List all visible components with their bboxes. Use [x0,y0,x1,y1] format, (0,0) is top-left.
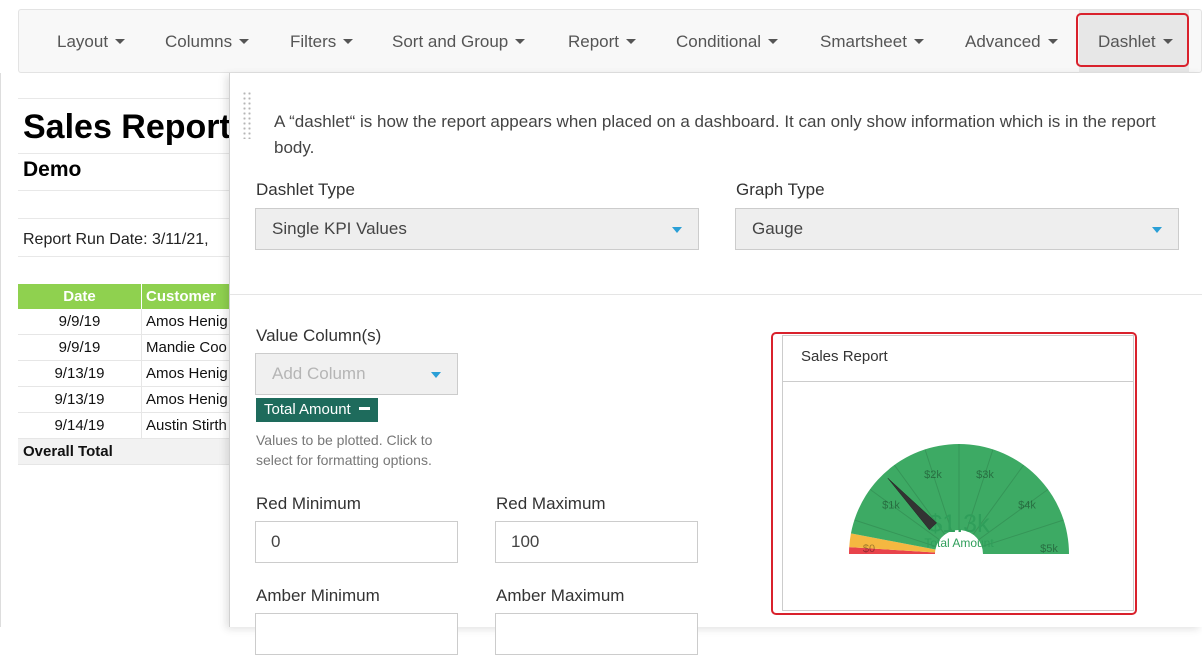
table-header: Date Customer [18,284,230,309]
menu-smartsheet-label: Smartsheet [820,32,907,51]
cell-date: 9/13/19 [18,386,142,413]
chevron-down-icon [115,39,126,44]
menu-dashlet-label: Dashlet [1098,32,1156,51]
cell-date: 9/14/19 [18,412,142,439]
menu-report[interactable]: Report [568,10,637,74]
red-maximum-label: Red Maximum [496,494,606,513]
cell-customer: Amos Henig [141,386,230,413]
cell-date: 9/9/19 [18,334,142,361]
report-title: Sales Report [23,108,231,146]
divider [18,98,230,99]
preview-title: Sales Report [801,348,888,365]
report-subtitle: Demo [23,158,82,181]
add-column-placeholder: Add Column [272,364,366,383]
report-table: Date Customer 9/9/19 Amos Henig 9/9/19 Man… [18,284,230,465]
amber-maximum-input[interactable] [495,613,698,655]
menu-sort-and-group-label: Sort and Group [392,32,509,51]
dashlet-type-label: Dashlet Type [256,180,355,199]
graph-type-value: Gauge [752,219,804,238]
menu-filters[interactable]: Filters [290,10,354,74]
dropdown-arrow-icon [431,372,441,378]
remove-icon[interactable] [358,407,370,410]
cell-date: 9/9/19 [18,309,142,335]
menu-smartsheet[interactable]: Smartsheet [820,10,924,74]
cell-customer: Austin Stirth [141,412,230,439]
divider [18,218,230,219]
report-run-date: Report Run Date: 3/11/21, [23,231,209,248]
gauge-tick-label: $2k [924,469,942,481]
menu-conditional[interactable]: Conditional [676,10,779,74]
red-minimum-label: Red Minimum [256,494,361,513]
menu-layout[interactable]: Layout [57,10,126,74]
table-row: 9/13/19 Amos Henig [18,386,230,413]
menu-dashlet[interactable]: Dashlet [1079,10,1189,74]
value-columns-label: Value Column(s) [256,326,382,345]
selected-column-tag[interactable]: Total Amount [256,398,378,422]
dashlet-preview-card: Sales Report $0 $1k $2k $3k $4k $5k $1.3k Tot… [782,335,1134,611]
top-menu-bar: Layout Columns Filters Sort and Group Re… [18,9,1202,74]
cell-customer: Amos Henig [141,309,230,335]
amber-maximum-label: Amber Maximum [496,586,625,605]
table-row: 9/9/19 Mandie Coo [18,334,230,361]
menu-advanced-label: Advanced [965,32,1041,51]
table-row: 9/9/19 Amos Henig [18,309,230,335]
menu-conditional-label: Conditional [676,32,762,51]
gauge-tick-label: $4k [1018,500,1036,512]
menu-columns[interactable]: Columns [165,10,250,74]
gauge-tick-label: $1k [882,500,900,512]
cell-customer: Amos Henig [141,360,230,387]
graph-type-select[interactable]: Gauge [735,208,1179,250]
menu-columns-label: Columns [165,32,233,51]
table-row: 9/13/19 Amos Henig [18,360,230,387]
dashlet-type-select[interactable]: Single KPI Values [255,208,699,250]
chevron-down-icon [768,39,779,44]
menu-advanced[interactable]: Advanced [965,10,1058,74]
menu-sort-and-group[interactable]: Sort and Group [392,10,526,74]
gauge-value-text: $1.3k [928,510,990,538]
chevron-down-icon [1162,39,1173,44]
menu-filters-label: Filters [290,32,337,51]
column-header-date: Date [18,284,142,309]
chevron-down-icon [626,39,637,44]
chevron-down-icon [913,39,924,44]
red-minimum-input[interactable]: 0 [255,521,458,563]
total-label: Overall Total [18,438,230,465]
gauge-tick-label: $0 [863,543,875,555]
cell-customer: Mandie Coo [141,334,230,361]
selected-column-label: Total Amount [264,401,351,418]
drag-handle-icon[interactable] [242,91,252,139]
menu-layout-label: Layout [57,32,109,51]
gauge-value-label: Total Amount [924,536,994,550]
column-header-customer: Customer [141,284,230,309]
chevron-down-icon [1047,39,1058,44]
section-divider [230,294,1202,295]
divider [18,153,230,154]
amber-minimum-label: Amber Minimum [256,586,380,605]
chevron-down-icon [515,39,526,44]
dashlet-description: A “dashlet“ is how the report appears wh… [274,112,1156,157]
preview-divider [783,381,1133,382]
cell-date: 9/13/19 [18,360,142,387]
gauge-tick-label: $3k [976,469,994,481]
values-help-text: Values to be plotted. Click to select fo… [256,432,433,468]
amber-minimum-input[interactable] [255,613,458,655]
dropdown-arrow-icon [1152,227,1162,233]
page-border [0,73,1,627]
table-total-row: Overall Total [18,438,230,465]
graph-type-label: Graph Type [736,180,825,199]
divider [18,256,230,257]
dropdown-arrow-icon [672,227,682,233]
dashlet-type-value: Single KPI Values [272,219,407,238]
dashlet-dropdown-panel: A “dashlet“ is how the report appears wh… [229,73,1202,655]
gauge-chart: $0 $1k $2k $3k $4k $5k $1.3k Total Amount [849,444,1069,555]
add-column-select[interactable]: Add Column [255,353,458,395]
menu-report-label: Report [568,32,620,51]
gauge-tick-label: $5k [1040,543,1058,555]
chevron-down-icon [239,39,250,44]
table-row: 9/14/19 Austin Stirth [18,412,230,439]
red-maximum-input[interactable]: 100 [495,521,698,563]
divider [18,190,230,191]
chevron-down-icon [343,39,354,44]
